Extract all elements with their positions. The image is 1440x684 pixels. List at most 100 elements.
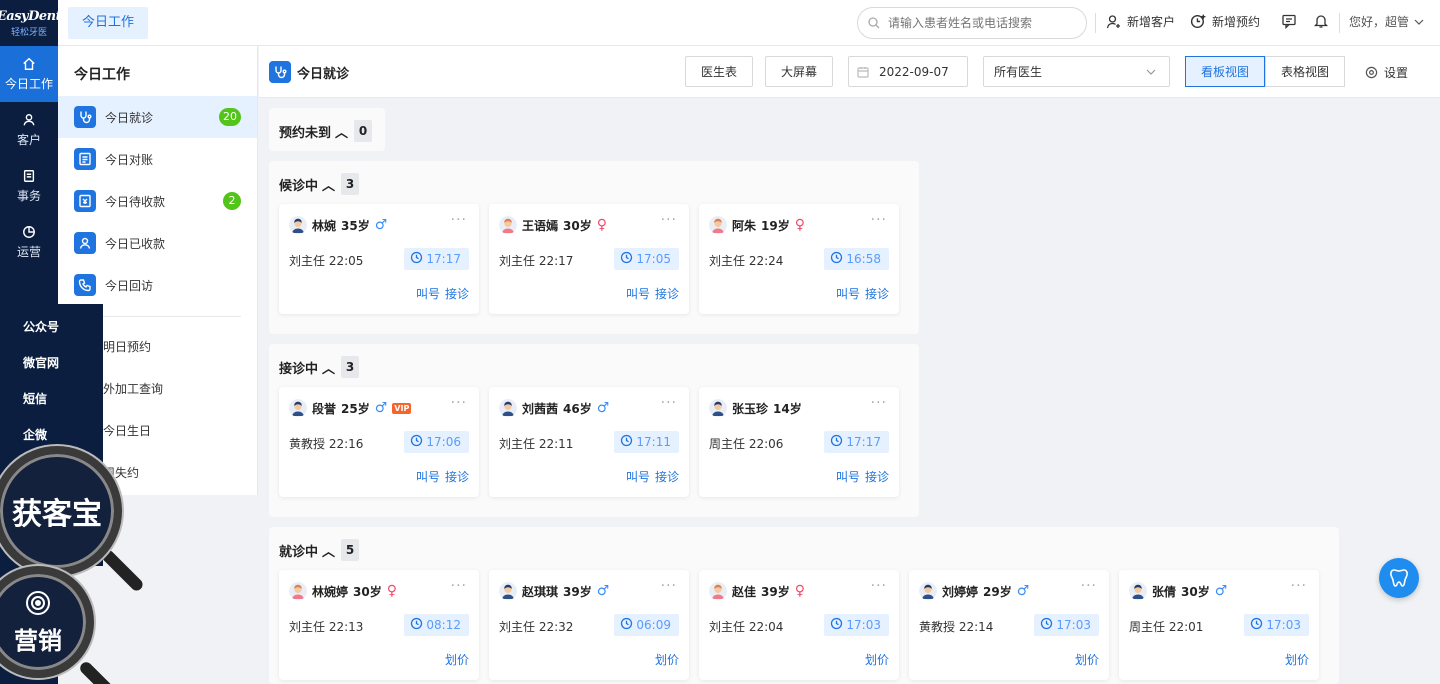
subnav-item-received-payment[interactable]: 今日已收款 [58, 222, 257, 264]
more-options-icon[interactable]: ··· [661, 395, 677, 411]
page-header: 今日就诊 医生表 大屏幕 2022-09-07 所有医生 看板视图 表格视图 设… [259, 46, 1440, 98]
patient-card[interactable]: 段誉 25岁 ♂ VIP ··· 黄教授 22:16 17:06 叫号 接诊 [279, 387, 479, 497]
doctor-appointment: 黄教授 22:14 [919, 620, 994, 634]
table-view-button[interactable]: 表格视图 [1265, 56, 1345, 87]
more-options-icon[interactable]: ··· [871, 212, 887, 228]
male-icon: ♂ [1214, 583, 1228, 599]
patient-search[interactable] [857, 7, 1087, 39]
more-options-icon[interactable]: ··· [451, 212, 467, 228]
section-header[interactable]: 接诊中 ︿ 3 [279, 356, 360, 378]
messages-button[interactable] [1281, 13, 1297, 29]
rail-item-customers[interactable]: 客户 [0, 102, 58, 158]
more-options-icon[interactable]: ··· [451, 578, 467, 594]
patient-age: 35岁 [341, 218, 370, 233]
patient-name: 赵佳 [732, 584, 757, 599]
subnav-item-pending-payment[interactable]: 今日待收款 2 [58, 180, 257, 222]
doctor-appointment: 刘主任 22:13 [289, 620, 364, 634]
section-title: 预约未到 [279, 125, 332, 141]
call-number-button[interactable]: 叫号 [836, 285, 860, 302]
receive-patient-button[interactable]: 接诊 [865, 468, 889, 485]
call-number-button[interactable]: 叫号 [626, 468, 650, 485]
settings-button[interactable]: 设置 [1365, 64, 1408, 81]
patient-age: 25岁 [341, 401, 370, 416]
wait-time: 17:05 [636, 252, 671, 266]
receive-patient-button[interactable]: 接诊 [445, 468, 469, 485]
price-button[interactable]: 划价 [655, 651, 679, 668]
patient-card[interactable]: 阿朱 19岁 ♀ ··· 刘主任 22:24 16:58 叫号 接诊 [699, 204, 899, 314]
patient-age: 39岁 [563, 584, 592, 599]
wait-time: 17:03 [846, 618, 881, 632]
more-options-icon[interactable]: ··· [1291, 578, 1307, 594]
call-number-button[interactable]: 叫号 [416, 468, 440, 485]
receive-patient-button[interactable]: 接诊 [655, 468, 679, 485]
section-not-arrived: 预约未到 ︿ 0 [269, 108, 385, 151]
price-button[interactable]: 划价 [445, 651, 469, 668]
female-icon: ♀ [386, 583, 397, 599]
user-menu[interactable]: 您好，超管 [1349, 13, 1424, 30]
count-badge: 20 [219, 108, 241, 126]
section-header[interactable]: 候诊中 ︿ 3 [279, 173, 360, 195]
avatar [499, 399, 517, 417]
subnav-item-follow-up[interactable]: 今日回访 [58, 264, 257, 306]
call-number-button[interactable]: 叫号 [416, 285, 440, 302]
wait-time-badge: 06:09 [614, 614, 679, 636]
price-button[interactable]: 划价 [1075, 651, 1099, 668]
call-number-button[interactable]: 叫号 [836, 468, 860, 485]
patient-card[interactable]: 张倩 30岁 ♂ ··· 周主任 22:01 17:03 划价 [1119, 570, 1319, 680]
add-user-icon [1106, 14, 1120, 28]
patient-age: 30岁 [1181, 584, 1210, 599]
big-screen-button[interactable]: 大屏幕 [765, 56, 833, 87]
subnav-item-today-visits[interactable]: 今日就诊 20 [58, 96, 257, 138]
patient-card[interactable]: 赵佳 39岁 ♀ ··· 刘主任 22:04 17:03 划价 [699, 570, 899, 680]
call-number-button[interactable]: 叫号 [626, 285, 650, 302]
flyout-item-official-account[interactable]: 公众号 [0, 310, 103, 346]
patient-card[interactable]: 刘茜茜 46岁 ♂ ··· 刘主任 22:11 17:11 叫号 接诊 [489, 387, 689, 497]
collapse-icon: ︿ [322, 178, 336, 194]
patient-card[interactable]: 赵琪琪 39岁 ♂ ··· 刘主任 22:32 06:09 划价 [489, 570, 689, 680]
price-button[interactable]: 划价 [1285, 651, 1309, 668]
more-options-icon[interactable]: ··· [451, 395, 467, 411]
receive-patient-button[interactable]: 接诊 [445, 285, 469, 302]
more-options-icon[interactable]: ··· [871, 395, 887, 411]
patient-age: 29岁 [983, 584, 1012, 599]
rail-item-affairs[interactable]: 事务 [0, 158, 58, 214]
more-options-icon[interactable]: ··· [1081, 578, 1097, 594]
doctor-table-button[interactable]: 医生表 [685, 56, 753, 87]
patient-card[interactable]: 张玉珍 14岁 ··· 周主任 22:06 17:17 叫号 接诊 [699, 387, 899, 497]
section-header[interactable]: 预约未到 ︿ 0 [279, 120, 373, 142]
new-appointment-button[interactable]: 新增预约 [1190, 13, 1260, 30]
more-options-icon[interactable]: ··· [871, 578, 887, 594]
more-options-icon[interactable]: ··· [661, 212, 677, 228]
patient-card[interactable]: 林婉 35岁 ♂ ··· 刘主任 22:05 17:17 叫号 接诊 [279, 204, 479, 314]
search-input[interactable] [888, 16, 1068, 30]
patient-info: 赵琪琪 39岁 ♂ [499, 582, 609, 600]
new-customer-button[interactable]: 新增客户 [1106, 13, 1175, 30]
receive-patient-button[interactable]: 接诊 [865, 285, 889, 302]
avatar [1129, 582, 1147, 600]
doctor-select[interactable]: 所有医生 [983, 56, 1170, 87]
notifications-button[interactable] [1313, 13, 1329, 29]
tab-today-work[interactable]: 今日工作 [68, 7, 149, 39]
kanban-view-button[interactable]: 看板视图 [1185, 56, 1265, 87]
patient-card[interactable]: 林婉婷 30岁 ♀ ··· 刘主任 22:13 08:12 划价 [279, 570, 479, 680]
receive-patient-button[interactable]: 接诊 [655, 285, 679, 302]
patient-name: 阿朱 [732, 218, 757, 233]
patient-card[interactable]: 王语嫣 30岁 ♀ ··· 刘主任 22:17 17:05 叫号 接诊 [489, 204, 689, 314]
patient-age: 30岁 [353, 584, 382, 599]
phone-icon [74, 274, 96, 296]
more-options-icon[interactable]: ··· [661, 578, 677, 594]
rail-item-operations[interactable]: 运营 [0, 214, 58, 270]
pie-chart-icon [23, 225, 35, 238]
divider [1339, 13, 1340, 33]
patient-card[interactable]: 刘婷婷 29岁 ♂ ··· 黄教授 22:14 17:03 划价 [909, 570, 1109, 680]
patient-name: 张玉珍 [732, 401, 769, 416]
tooth-assistant-button[interactable] [1379, 558, 1419, 598]
rail-item-today-work[interactable]: 今日工作 [0, 46, 58, 102]
section-header[interactable]: 就诊中 ︿ 5 [279, 539, 360, 561]
section-treating: 就诊中 ︿ 5 林婉婷 30岁 ♀ ··· 刘主任 22:13 08:12 划价… [269, 527, 1339, 684]
price-button[interactable]: 划价 [865, 651, 889, 668]
date-picker[interactable]: 2022-09-07 [848, 56, 968, 87]
flyout-item-micro-site[interactable]: 微官网 [0, 346, 103, 382]
flyout-item-sms[interactable]: 短信 [0, 382, 103, 418]
subnav-item-today-reconciliation[interactable]: 今日对账 [58, 138, 257, 180]
